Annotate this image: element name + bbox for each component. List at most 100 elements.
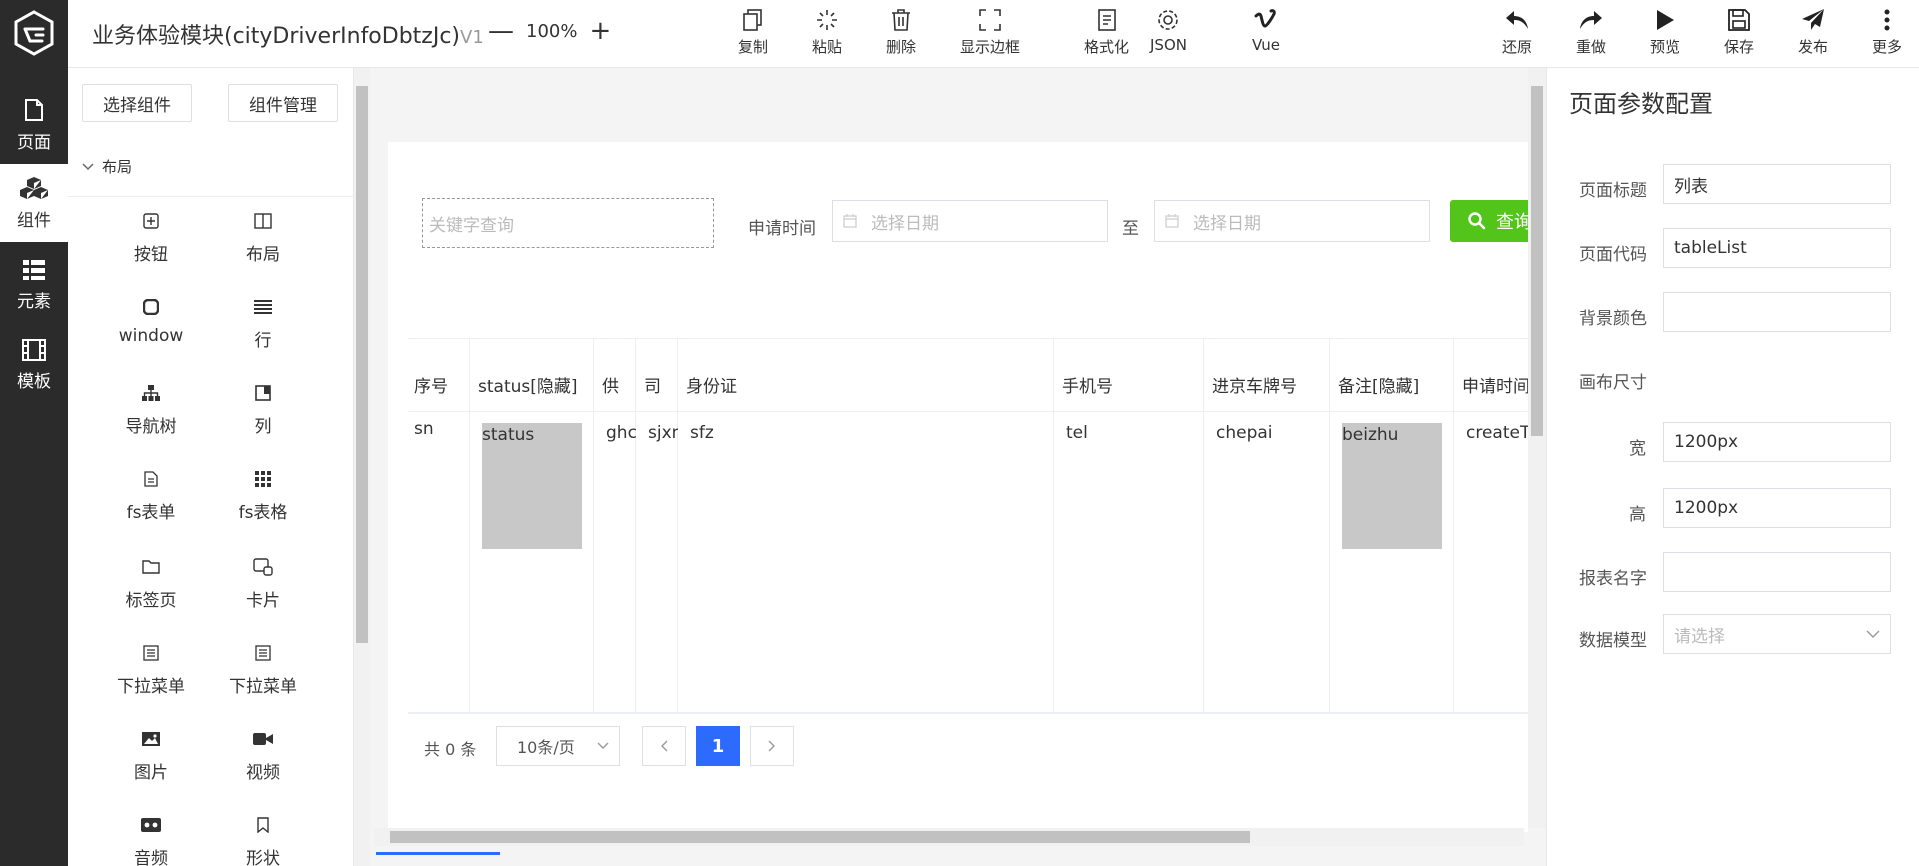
redo-button[interactable]: 重做 — [1576, 8, 1606, 57]
data-model-select[interactable]: 请选择 — [1663, 614, 1891, 654]
vue-button[interactable]: Vue — [1252, 8, 1280, 54]
component-fs-form[interactable]: fs表单 — [96, 468, 206, 523]
chevron-down-icon — [597, 742, 609, 749]
layout-group-header[interactable]: 布局 — [82, 156, 132, 177]
json-button[interactable]: JSON — [1150, 8, 1187, 54]
preview-button[interactable]: 预览 — [1650, 8, 1680, 57]
table-cell: createT — [1466, 423, 1528, 443]
width-input[interactable]: 1200px — [1663, 422, 1891, 462]
next-page-button[interactable] — [750, 726, 794, 766]
zoom-in-button[interactable]: + — [589, 18, 611, 44]
component-fs-table[interactable]: fs表格 — [208, 468, 318, 523]
scrollbar-thumb[interactable] — [1531, 86, 1543, 436]
form-icon — [144, 471, 158, 487]
property-panel: 页面参数配置 页面标题 列表 页面代码 tableList 背景颜色 画布尺寸 … — [1546, 68, 1919, 866]
component-row[interactable]: 行 — [208, 296, 318, 351]
component-button[interactable]: 按钮 — [96, 210, 206, 265]
more-button[interactable]: 更多 — [1872, 8, 1902, 57]
rail-item-page[interactable]: 页面 — [0, 86, 68, 164]
undo-button[interactable]: 还原 — [1502, 8, 1532, 57]
end-date-placeholder: 选择日期 — [1193, 213, 1261, 234]
canvas-vertical-scrollbar[interactable] — [1528, 68, 1546, 828]
search-button[interactable]: 查询 — [1450, 200, 1528, 242]
show-border-label: 显示边框 — [960, 38, 1021, 56]
table-header-cell[interactable]: status[隐藏] — [478, 372, 578, 397]
component-window[interactable]: window — [96, 296, 206, 346]
rail-item-elements[interactable]: 元素 — [0, 246, 68, 324]
table-cell-hidden: status — [482, 423, 582, 549]
paste-button[interactable]: 粘贴 — [812, 8, 842, 57]
page-title-input[interactable]: 列表 — [1663, 164, 1891, 204]
select-component-button[interactable]: 选择组件 — [82, 84, 192, 122]
scrollbar-thumb[interactable] — [390, 831, 1250, 843]
page-size-select[interactable]: 10条/页 — [496, 726, 620, 766]
send-icon — [1802, 9, 1824, 30]
publish-button[interactable]: 发布 — [1798, 8, 1828, 57]
data-model-label: 数据模型 — [1579, 631, 1647, 651]
table-cell-hidden: beizhu — [1342, 423, 1442, 549]
table-header-cell[interactable]: 身份证 — [686, 372, 737, 397]
copy-label: 复制 — [738, 38, 769, 56]
component-audio[interactable]: 音频 — [96, 814, 206, 866]
save-label: 保存 — [1724, 38, 1755, 56]
scrollbar-thumb[interactable] — [356, 86, 368, 643]
zoom-out-button[interactable]: — — [488, 18, 514, 44]
component-video[interactable]: 视频 — [208, 728, 318, 783]
bg-color-input[interactable] — [1663, 292, 1891, 332]
progress-indicator — [376, 852, 500, 855]
start-date-picker[interactable]: 选择日期 — [832, 200, 1108, 242]
delete-button[interactable]: 删除 — [886, 8, 916, 57]
component-image[interactable]: 图片 — [96, 728, 206, 783]
rail-item-components[interactable]: 组件 — [0, 164, 68, 242]
save-button[interactable]: 保存 — [1724, 8, 1754, 57]
left-rail: 页面 组件 元素 模板 — [0, 0, 68, 866]
component-label: 卡片 — [246, 591, 280, 611]
format-button[interactable]: 格式化 — [1084, 8, 1129, 57]
page-icon — [25, 98, 43, 121]
manage-component-button[interactable]: 组件管理 — [228, 84, 338, 122]
prev-page-button[interactable] — [642, 726, 686, 766]
component-nav-tree[interactable]: 导航树 — [96, 382, 206, 437]
height-input[interactable]: 1200px — [1663, 488, 1891, 528]
rows-icon — [254, 300, 272, 314]
table-header-cell[interactable]: 进京车牌号 — [1212, 372, 1297, 397]
table-header-cell[interactable]: 供 — [602, 372, 619, 397]
vue-label: Vue — [1252, 36, 1280, 54]
end-date-picker[interactable]: 选择日期 — [1154, 200, 1430, 242]
table-header-cell[interactable]: 序号 — [414, 372, 448, 397]
undo-label: 还原 — [1502, 38, 1533, 56]
component-column[interactable]: 列 — [208, 382, 318, 437]
app-logo-icon[interactable] — [10, 9, 58, 57]
columns-icon — [254, 213, 272, 229]
dropdown-menu-icon — [255, 645, 271, 661]
current-page-button[interactable]: 1 — [696, 726, 740, 766]
component-layout[interactable]: 布局 — [208, 210, 318, 265]
table-header-cell[interactable]: 手机号 — [1062, 372, 1113, 397]
component-label: 列 — [254, 417, 272, 437]
component-tabs[interactable]: 标签页 — [96, 556, 206, 611]
component-shape[interactable]: 形状 — [208, 814, 318, 866]
bookmark-icon — [257, 817, 269, 833]
show-border-button[interactable]: 显示边框 — [960, 8, 1020, 57]
canvas-horizontal-scrollbar[interactable] — [374, 828, 1524, 846]
app-title-text: 业务体验模块(cityDriverInfoDbtzJc) — [92, 24, 461, 49]
table-header-cell[interactable]: 申请时间 — [1462, 372, 1528, 397]
component-dropdown-1[interactable]: 下拉菜单 — [96, 642, 206, 697]
table-header-cell[interactable]: 司 — [644, 372, 661, 397]
trash-icon — [892, 9, 910, 31]
report-name-input[interactable] — [1663, 552, 1891, 592]
component-dropdown-2[interactable]: 下拉菜单 — [208, 642, 318, 697]
format-label: 格式化 — [1084, 38, 1130, 56]
paste-label: 粘贴 — [812, 38, 843, 56]
component-label: 下拉菜单 — [229, 677, 297, 697]
table-header-cell[interactable]: 备注[隐藏] — [1338, 372, 1419, 397]
copy-icon — [743, 9, 762, 31]
keyword-search-input[interactable]: 关键字查询 — [422, 198, 714, 248]
page-code-input[interactable]: tableList — [1663, 228, 1891, 268]
video-camera-icon — [253, 733, 273, 745]
panel-scrollbar[interactable] — [354, 68, 370, 866]
rail-item-template[interactable]: 模板 — [0, 326, 68, 404]
copy-button[interactable]: 复制 — [738, 8, 768, 57]
component-card[interactable]: 卡片 — [208, 556, 318, 611]
elements-icon — [23, 259, 45, 280]
